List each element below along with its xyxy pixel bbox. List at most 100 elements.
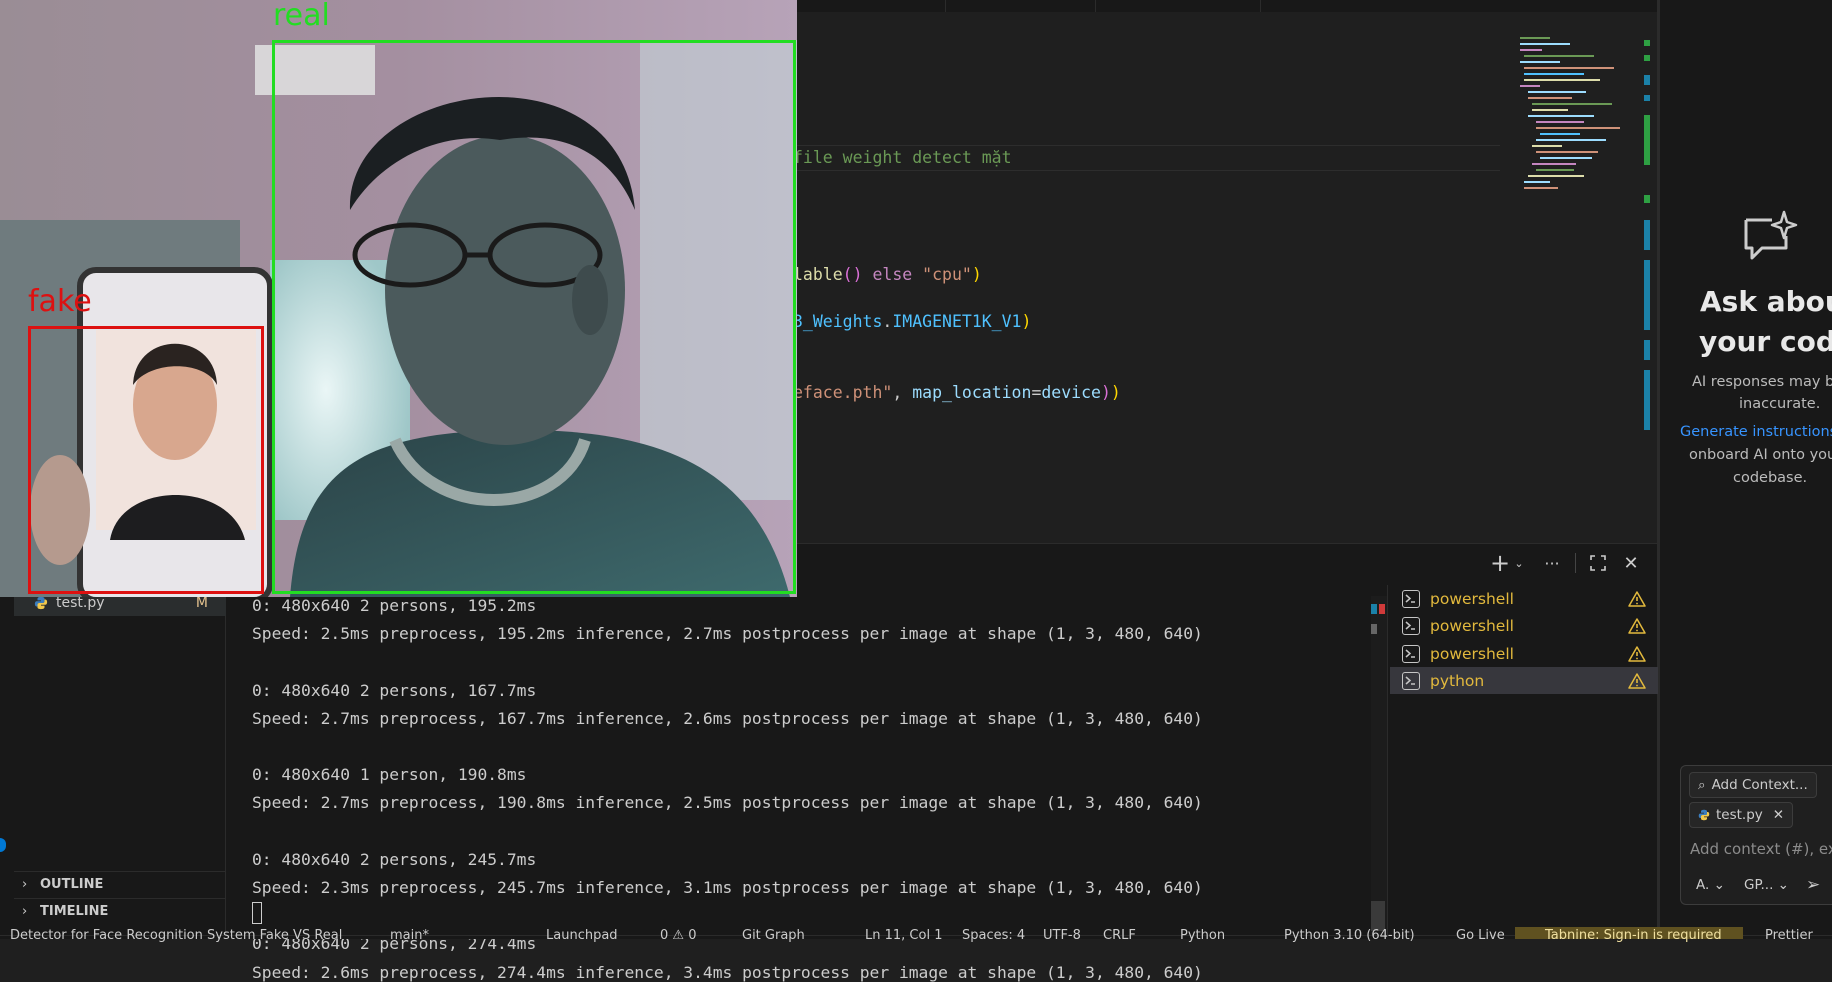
label-fake: fake: [28, 284, 92, 319]
new-terminal-icon[interactable]: +: [1488, 549, 1512, 577]
detection-box-fake: [28, 326, 264, 594]
code-token: =: [1031, 383, 1042, 402]
minimap[interactable]: [1520, 35, 1644, 195]
chat-onboard-line2: codebase.: [1733, 470, 1808, 486]
code-token: IMAGENET1K_V1: [892, 312, 1022, 331]
tab-separator: [945, 0, 946, 12]
code-token: 3_Weights: [793, 312, 883, 331]
terminal-cursor: [252, 902, 262, 924]
terminal-session[interactable]: powershell: [1390, 585, 1658, 612]
terminal-scrollbar[interactable]: [1371, 596, 1387, 935]
code-token: ): [1110, 383, 1121, 402]
maximize-panel-icon[interactable]: [1585, 549, 1611, 577]
add-context-button[interactable]: ⌕ Add Context...: [1689, 772, 1817, 798]
terminal-line: Speed: 2.7ms preprocess, 167.7ms inferen…: [252, 708, 1203, 728]
timeline-section[interactable]: › TIMELINE: [14, 898, 226, 924]
close-panel-icon[interactable]: ✕: [1618, 549, 1644, 577]
tab-separator: [1260, 0, 1261, 12]
chevron-right-icon: ›: [22, 877, 28, 892]
code-token: device: [1041, 383, 1101, 402]
model-picker[interactable]: GP... ⌄: [1744, 877, 1789, 893]
code-line[interactable]: file weight detect mặt: [793, 148, 1012, 167]
code-token: ): [971, 265, 982, 284]
terminal-icon: [1402, 589, 1420, 608]
code-token: lable: [793, 265, 843, 284]
modified-badge: M: [195, 595, 208, 611]
chat-title-line1: Ask about: [1700, 285, 1832, 318]
chat-onboard-line1: onboard AI onto you: [1689, 447, 1832, 463]
python-file-icon: [1698, 809, 1710, 821]
status-launchpad[interactable]: Launchpad: [546, 928, 618, 943]
generate-instructions-link[interactable]: Generate instructions: [1680, 424, 1832, 440]
code-token: "cpu": [922, 265, 972, 284]
chat-sparkle-icon: [1740, 210, 1798, 262]
status-go-live[interactable]: Go Live: [1456, 928, 1505, 943]
terminal-session[interactable]: python: [1390, 667, 1658, 694]
status-problems[interactable]: 0 ⚠ 0: [660, 928, 696, 943]
tab-separator: [1095, 0, 1096, 12]
session-name: powershell: [1430, 644, 1514, 663]
terminal-line: Speed: 2.5ms preprocess, 195.2ms inferen…: [252, 624, 1203, 644]
status-interpreter[interactable]: Python 3.10 (64-bit): [1284, 928, 1415, 943]
chat-disclaimer-line1: AI responses may b: [1692, 374, 1832, 390]
code-token: (): [842, 265, 863, 284]
outline-section[interactable]: › OUTLINE: [14, 871, 226, 897]
status-indentation[interactable]: Spaces: 4: [962, 928, 1025, 943]
terminal-session-list: powershell powershell powershell python: [1387, 585, 1658, 935]
context-file-chip[interactable]: test.py ✕: [1689, 802, 1794, 828]
file-name: test.py: [56, 595, 105, 611]
terminal-icon: [1402, 671, 1420, 690]
remove-icon[interactable]: ✕: [1773, 807, 1784, 823]
terminal-line: Speed: 2.6ms preprocess, 274.4ms inferen…: [252, 962, 1203, 982]
code-token: ,: [892, 383, 913, 402]
terminal-line: 0: 480x640 1 person, 190.8ms: [252, 765, 527, 785]
warning-icon: [1628, 672, 1646, 689]
status-git-graph[interactable]: Git Graph: [742, 928, 805, 943]
code-token: map_location: [912, 383, 1032, 402]
terminal-output[interactable]: 0: 480x640 2 persons, 195.2ms Speed: 2.5m…: [226, 596, 1371, 982]
terminal-session[interactable]: powershell: [1390, 612, 1658, 639]
terminal-line: Speed: 2.3ms preprocess, 245.7ms inferen…: [252, 878, 1203, 897]
context-file-label: test.py: [1716, 807, 1763, 823]
more-actions-icon[interactable]: ···: [1538, 549, 1566, 577]
status-branch[interactable]: main*: [390, 928, 429, 943]
status-language[interactable]: Python: [1180, 928, 1225, 943]
add-context-label: Add Context...: [1711, 777, 1808, 793]
session-name: powershell: [1430, 589, 1514, 608]
session-name: python: [1430, 671, 1485, 690]
mode-picker[interactable]: A. ⌄: [1696, 877, 1725, 893]
chevron-down-icon[interactable]: ⌄: [1512, 549, 1526, 577]
status-prettier[interactable]: Prettier: [1765, 928, 1813, 943]
paperclip-icon: ⌕: [1698, 777, 1706, 793]
editor-scrollbar[interactable]: [1642, 35, 1656, 540]
terminal-line: Speed: 2.7ms preprocess, 190.8ms inferen…: [252, 793, 1203, 813]
terminal-session[interactable]: powershell: [1390, 640, 1658, 667]
terminal-line: 0: 480x640 2 persons, 195.2ms: [252, 596, 537, 615]
code-token: ): [1021, 312, 1032, 331]
status-encoding[interactable]: UTF-8: [1043, 928, 1081, 943]
code-line[interactable]: 3_Weights.IMAGENET1K_V1): [793, 312, 1031, 331]
status-eol[interactable]: CRLF: [1103, 928, 1136, 943]
python-file-icon: [34, 596, 48, 610]
code-line[interactable]: lable() else "cpu"): [793, 265, 982, 284]
model-label: GP...: [1744, 877, 1774, 893]
code-line[interactable]: eface.pth", map_location=device)): [793, 383, 1121, 402]
outline-label: OUTLINE: [40, 877, 104, 892]
chat-input-placeholder[interactable]: Add context (#), ext: [1690, 840, 1832, 858]
mode-label: A.: [1696, 877, 1710, 893]
timeline-label: TIMELINE: [40, 904, 109, 919]
terminal-line: 0: 480x640 2 persons, 245.7ms: [252, 849, 537, 869]
detection-box-real: [272, 40, 796, 594]
session-name: powershell: [1430, 616, 1514, 635]
status-cursor-position[interactable]: Ln 11, Col 1: [865, 928, 942, 943]
explorer-sidebar: test.py M › OUTLINE › TIMELINE: [0, 543, 226, 935]
terminal-icon: [1402, 644, 1420, 663]
status-repo[interactable]: Detector for Face Recognition System Fak…: [10, 928, 342, 943]
status-tabnine[interactable]: Tabnine: Sign-in is required: [1545, 928, 1722, 943]
send-icon[interactable]: ➢: [1806, 875, 1820, 895]
webcam-preview-window[interactable]: real fake: [0, 0, 797, 597]
chat-title-line2: your code: [1699, 325, 1832, 358]
warning-icon: [1628, 590, 1646, 607]
terminal-icon: [1402, 616, 1420, 635]
